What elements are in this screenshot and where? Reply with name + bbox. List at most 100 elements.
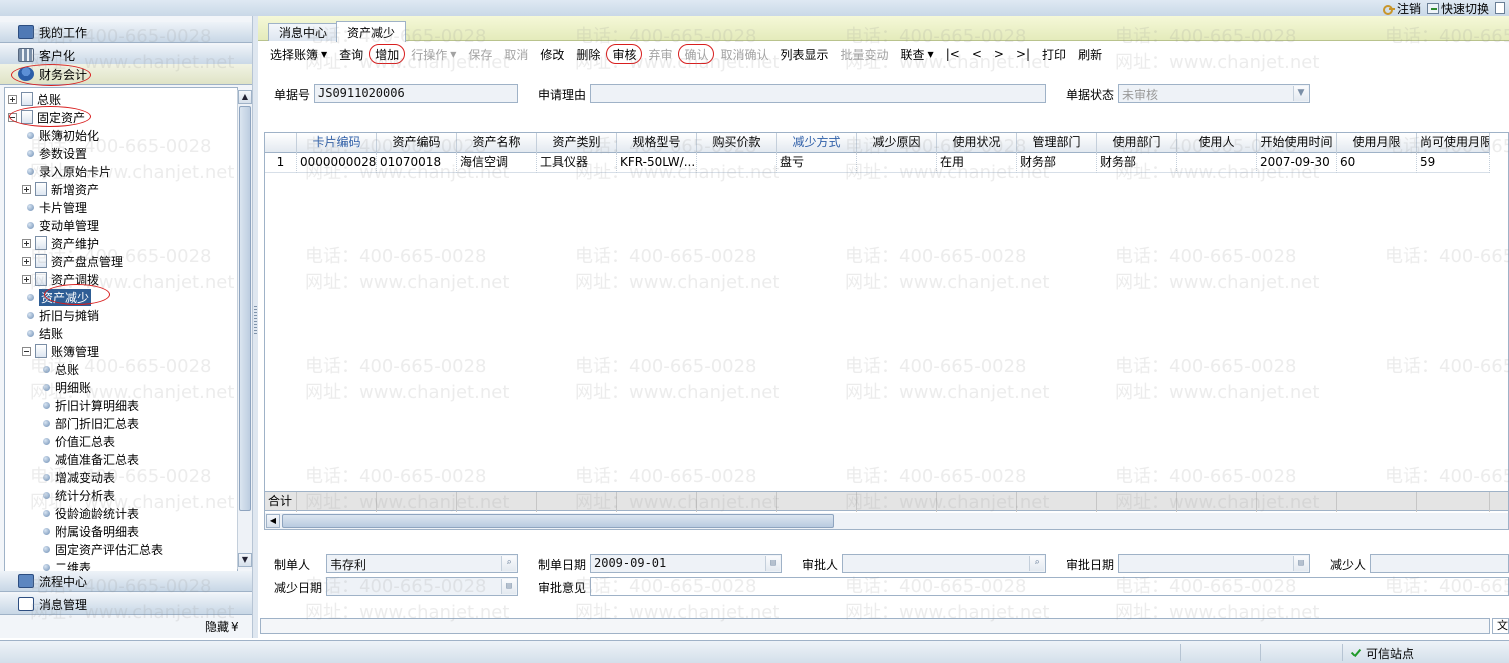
table-cell[interactable]: KFR-50LW/...	[617, 153, 697, 173]
toolbar-button[interactable]: 增加	[369, 44, 406, 64]
magnifier-icon[interactable]: ⌕	[1029, 556, 1044, 571]
collapse-icon[interactable]	[22, 346, 31, 356]
tree-item[interactable]: 附属设备明细表	[38, 522, 139, 540]
tree-item[interactable]: 折旧与摊销	[22, 306, 99, 324]
tree-item[interactable]: 总账	[8, 90, 61, 108]
table-cell[interactable]: 工具仪器	[537, 153, 617, 173]
toolbar-button[interactable]: 选择账簿 ▼	[264, 44, 333, 64]
tree-item[interactable]: 役龄逾龄统计表	[38, 504, 139, 522]
table-cell[interactable]	[1177, 153, 1257, 173]
toolbar-button[interactable]: 确认	[678, 44, 715, 64]
tree-item[interactable]: 结账	[22, 324, 63, 342]
nav-section-messages[interactable]: 消息管理	[0, 594, 253, 615]
reduce-date-field[interactable]: ▤	[326, 577, 518, 596]
table-row[interactable]: 1 0000000028 01070018 海信空调 工具仪器 KFR-50LW/... 盘…	[265, 153, 1490, 173]
scroll-down-icon[interactable]: ▼	[238, 553, 252, 567]
logout-link[interactable]: 注销	[1382, 0, 1421, 17]
tree-item[interactable]: 卡片管理	[22, 198, 87, 216]
tree-item[interactable]: 统计分析表	[38, 486, 115, 504]
bottom-right-box[interactable]: 文	[1492, 618, 1509, 634]
expand-icon[interactable]	[22, 184, 31, 194]
table-cell[interactable]: 财务部	[1017, 153, 1097, 173]
reducer-field[interactable]	[1370, 554, 1509, 573]
tab[interactable]: 消息中心	[268, 23, 339, 41]
tree-item[interactable]: 资产盘点管理	[22, 252, 123, 270]
toolbar-button[interactable]: 联查 ▼	[895, 44, 940, 64]
column-header[interactable]: 尚可使用月限	[1417, 133, 1490, 153]
tree-item[interactable]: 折旧计算明细表	[38, 396, 139, 414]
calendar-icon[interactable]: ▤	[501, 579, 516, 594]
tree-item[interactable]: 账簿初始化	[22, 126, 99, 144]
expand-icon[interactable]	[8, 94, 17, 104]
tree-item[interactable]: 固定资产评估汇总表	[38, 540, 163, 558]
toolbar-button[interactable]: |<	[940, 44, 966, 64]
toolbar-button[interactable]: 刷新	[1072, 44, 1108, 64]
tree-item[interactable]: 减值准备汇总表	[38, 450, 139, 468]
tree-item[interactable]: 总账	[38, 360, 79, 378]
tree-item[interactable]: 资产维护	[22, 234, 99, 252]
scroll-thumb[interactable]	[239, 106, 251, 511]
chevron-down-icon[interactable]: ▼	[1293, 86, 1308, 101]
table-cell[interactable]: 1	[265, 153, 297, 173]
approve-date-field[interactable]: ▤	[1118, 554, 1310, 573]
calendar-icon[interactable]: ▤	[1293, 556, 1308, 571]
document-icon[interactable]	[1495, 2, 1505, 14]
grid-scroll-thumb[interactable]	[282, 514, 834, 528]
maker-field[interactable]: 韦存利 ⌕	[326, 554, 518, 573]
grid-horizontal-scrollbar[interactable]: ◀	[265, 513, 1508, 529]
column-header[interactable]: 开始使用时间	[1257, 133, 1337, 153]
tree-item[interactable]: 变动单管理	[22, 216, 99, 234]
tree-item[interactable]: 增减变动表	[38, 468, 115, 486]
column-header[interactable]: 购买价款	[697, 133, 777, 153]
table-cell[interactable]: 财务部	[1097, 153, 1177, 173]
tree-item[interactable]: 账簿管理	[22, 342, 99, 360]
tree-scrollbar[interactable]: ▲ ▼	[237, 90, 252, 569]
collapse-icon[interactable]	[8, 112, 17, 122]
column-header[interactable]: 使用部门	[1097, 133, 1177, 153]
column-header[interactable]: 资产编码	[377, 133, 457, 153]
magnifier-icon[interactable]: ⌕	[501, 556, 516, 571]
toolbar-button[interactable]: <	[966, 44, 988, 64]
tree-item[interactable]: 参数设置	[22, 144, 87, 162]
toolbar-button[interactable]: 列表显示	[775, 44, 835, 64]
nav-section-my-work[interactable]: 我的工作	[0, 22, 253, 43]
toolbar-button[interactable]: 取消确认	[714, 44, 774, 64]
approver-field[interactable]: ⌕	[842, 554, 1046, 573]
toolbar-button[interactable]: 删除	[570, 44, 606, 64]
toolbar-button[interactable]: 取消	[498, 44, 534, 64]
nav-section-workflow[interactable]: 流程中心	[0, 571, 253, 592]
column-header[interactable]: 减少原因	[857, 133, 937, 153]
tree-item[interactable]: 资产调拨	[22, 270, 99, 288]
table-cell[interactable]	[857, 153, 937, 173]
tree-item[interactable]: 价值汇总表	[38, 432, 115, 450]
tree-item[interactable]: 部门折旧汇总表	[38, 414, 139, 432]
column-header[interactable]: 资产类别	[537, 133, 617, 153]
toolbar-button[interactable]: 弃审	[642, 44, 678, 64]
toolbar-button[interactable]: 保存	[462, 44, 498, 64]
toolbar-button[interactable]: >	[988, 44, 1010, 64]
hide-panel-link[interactable]: 隐藏 ¥	[205, 618, 239, 635]
column-header[interactable]: 卡片编码	[297, 133, 377, 153]
toolbar-button[interactable]: 打印	[1036, 44, 1072, 64]
scroll-up-icon[interactable]: ▲	[238, 90, 252, 104]
table-cell[interactable]: 在用	[937, 153, 1017, 173]
table-cell[interactable]	[697, 153, 777, 173]
tree-item[interactable]: 明细账	[38, 378, 91, 396]
column-header[interactable]: 减少方式	[777, 133, 857, 153]
toolbar-button[interactable]: 查询	[333, 44, 369, 64]
table-cell[interactable]: 01070018	[377, 153, 457, 173]
toolbar-button[interactable]: 修改	[534, 44, 570, 64]
make-date-field[interactable]: 2009-09-01 ▤	[590, 554, 782, 573]
expand-icon[interactable]	[22, 238, 31, 248]
table-cell[interactable]: 盘亏	[777, 153, 857, 173]
column-header[interactable]: 资产名称	[457, 133, 537, 153]
toolbar-button[interactable]: 审核	[606, 44, 643, 64]
expand-icon[interactable]	[22, 274, 31, 284]
doc-no-field[interactable]: JS0911020006	[314, 84, 518, 103]
reason-field[interactable]	[590, 84, 1046, 103]
column-header[interactable]: 使用人	[1177, 133, 1257, 153]
expand-icon[interactable]	[22, 256, 31, 266]
tree-item[interactable]: 新增资产	[22, 180, 99, 198]
tab[interactable]: 资产减少	[336, 21, 407, 42]
column-header[interactable]	[265, 133, 297, 153]
